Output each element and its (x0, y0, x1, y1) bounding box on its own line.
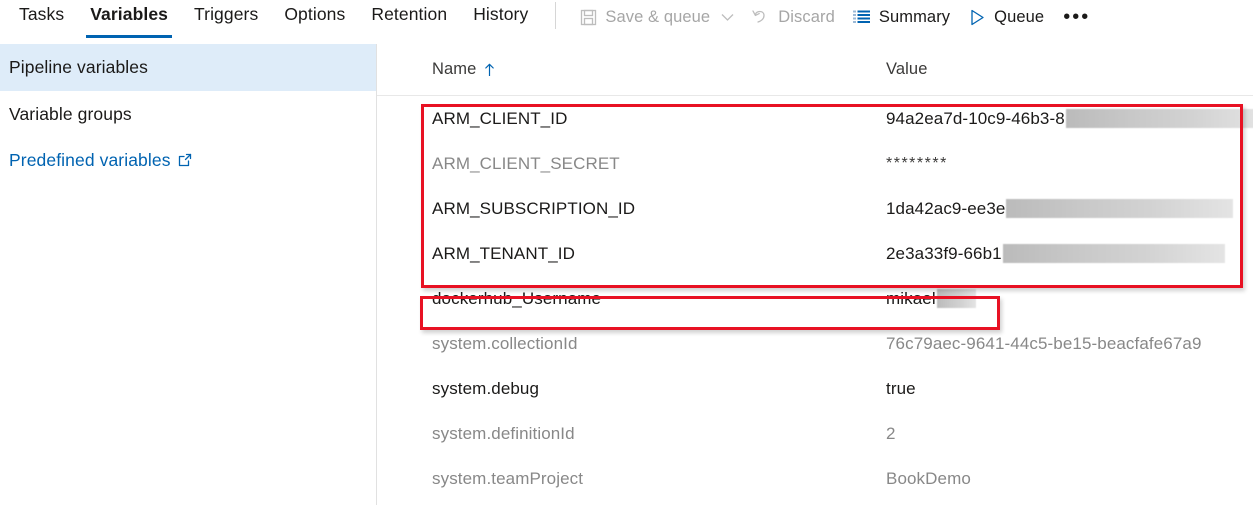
sidebar-item-label: Variable groups (9, 104, 132, 124)
discard-button[interactable]: Discard (743, 2, 844, 32)
summary-button[interactable]: Summary (844, 2, 959, 32)
table-body: ARM_CLIENT_ID 94a2ea7d-10c9-46b3-8 ARM_CLI… (377, 96, 1253, 501)
save-and-queue-label: Save & queue (605, 8, 711, 26)
variable-value-text: 94a2ea7d-10c9-46b3-8 (886, 108, 1065, 128)
variable-name-cell[interactable]: ARM_TENANT_ID (432, 244, 575, 264)
variable-name-cell[interactable]: system.teamProject (432, 469, 583, 489)
sidebar-item-variable-groups[interactable]: Variable groups (0, 91, 376, 138)
variable-value-text: 2e3a33f9-66b1 (886, 243, 1002, 263)
toolbar: Save & queue Discard Summary Queue ••• (570, 1, 1100, 33)
variable-value-cell[interactable]: true (886, 379, 916, 399)
sidebar-item-label: Predefined variables (9, 149, 171, 170)
variables-table-area: Name Value ARM_CLIENT_ID 94a2ea7d-10c9-46… (377, 44, 1253, 505)
variable-name-cell[interactable]: system.collectionId (432, 334, 578, 354)
table-header-row: Name Value (377, 44, 1253, 96)
tab-options[interactable]: Options (271, 0, 358, 40)
table-row[interactable]: ARM_SUBSCRIPTION_ID 1da42ac9-ee3e (377, 186, 1253, 231)
tab-label: Triggers (194, 4, 259, 24)
variable-value-text: mikael (886, 288, 936, 308)
external-link-icon (178, 153, 192, 167)
redacted-value-block (1002, 244, 1225, 263)
variables-table: Name Value ARM_CLIENT_ID 94a2ea7d-10c9-46… (377, 44, 1253, 505)
tab-label: Variables (90, 4, 168, 24)
variable-value-cell[interactable]: 76c79aec-9641-44c5-be15-beacfafe67a9 (886, 334, 1202, 354)
variable-value-text: 76c79aec-9641-44c5-be15-beacfafe67a9 (886, 333, 1202, 353)
table-row[interactable]: system.collectionId 76c79aec-9641-44c5-be… (377, 321, 1253, 366)
play-triangle-icon (968, 8, 986, 26)
toolbar-divider (555, 2, 557, 29)
sidebar: Pipeline variables Variable groups Prede… (0, 44, 377, 505)
variable-value-text: BookDemo (886, 468, 971, 488)
table-row[interactable]: ARM_CLIENT_ID 94a2ea7d-10c9-46b3-8 (377, 96, 1253, 141)
tab-tasks[interactable]: Tasks (6, 0, 77, 40)
table-row[interactable]: ARM_TENANT_ID 2e3a33f9-66b1 (377, 231, 1253, 276)
sort-ascending-arrow-icon (484, 63, 495, 77)
table-row[interactable]: system.definitionId 2 (377, 411, 1253, 456)
sidebar-item-label: Pipeline variables (9, 57, 148, 77)
more-options-button[interactable]: ••• (1053, 2, 1100, 32)
tab-history[interactable]: History (460, 0, 541, 40)
save-icon (579, 8, 597, 26)
discard-label: Discard (778, 8, 835, 26)
tab-variables[interactable]: Variables (77, 0, 181, 40)
undo-icon (752, 8, 770, 26)
variable-name-cell[interactable]: ARM_CLIENT_SECRET (432, 154, 620, 174)
tab-label: Tasks (19, 4, 65, 24)
variable-value-text: 1da42ac9-ee3e (886, 198, 1006, 218)
sidebar-item-pipeline-variables[interactable]: Pipeline variables (0, 44, 376, 91)
variable-name-cell[interactable]: ARM_CLIENT_ID (432, 109, 567, 129)
queue-label: Queue (994, 8, 1045, 26)
sidebar-item-predefined-variables[interactable]: Predefined variables (0, 138, 376, 182)
tab-label: History (473, 4, 529, 24)
variable-value-text: true (886, 378, 916, 398)
column-header-value[interactable]: Value (886, 60, 927, 79)
variable-name-cell[interactable]: system.debug (432, 379, 539, 399)
redacted-value-block (1006, 199, 1234, 218)
main-area: Pipeline variables Variable groups Prede… (0, 44, 1253, 505)
variable-name-cell[interactable]: system.definitionId (432, 424, 575, 444)
column-header-value-label: Value (886, 60, 928, 78)
column-header-name-label: Name (432, 60, 477, 78)
variable-name-cell[interactable]: ARM_SUBSCRIPTION_ID (432, 199, 635, 219)
tab-strip: Tasks Variables Triggers Options Retenti… (0, 0, 541, 44)
variable-value-cell[interactable]: 94a2ea7d-10c9-46b3-8 (886, 109, 1253, 129)
table-row[interactable]: ARM_CLIENT_SECRET ******** (377, 141, 1253, 186)
save-and-queue-button[interactable]: Save & queue (570, 2, 743, 32)
tab-triggers[interactable]: Triggers (181, 0, 271, 40)
redacted-value-block (1065, 109, 1253, 128)
variable-value-text: 2 (886, 423, 896, 443)
tab-label: Retention (371, 4, 448, 24)
table-row[interactable]: dockerhub_Username mikael (377, 276, 1253, 321)
tab-label: Options (284, 4, 346, 24)
redacted-value-block (936, 289, 976, 308)
table-row[interactable]: system.debug true (377, 366, 1253, 411)
chevron-down-icon[interactable] (720, 10, 734, 24)
variable-value-cell[interactable]: 2 (886, 424, 896, 444)
summary-label: Summary (878, 8, 951, 26)
top-bar: Tasks Variables Triggers Options Retenti… (0, 0, 1253, 44)
column-header-name[interactable]: Name (432, 60, 495, 79)
queue-button[interactable]: Queue (959, 2, 1053, 32)
variable-value-cell[interactable]: ******** (886, 155, 948, 173)
variable-name-cell[interactable]: dockerhub_Username (432, 289, 601, 309)
variable-value-cell[interactable]: 1da42ac9-ee3e (886, 198, 1234, 219)
table-row[interactable]: system.teamProject BookDemo (377, 456, 1253, 501)
variable-value-cell[interactable]: BookDemo (886, 469, 971, 489)
tab-retention[interactable]: Retention (358, 0, 460, 40)
list-icon (853, 8, 871, 26)
variable-value-cell[interactable]: 2e3a33f9-66b1 (886, 244, 1225, 264)
variable-value-text: ******** (886, 154, 948, 172)
variable-value-cell[interactable]: mikael (886, 289, 976, 309)
